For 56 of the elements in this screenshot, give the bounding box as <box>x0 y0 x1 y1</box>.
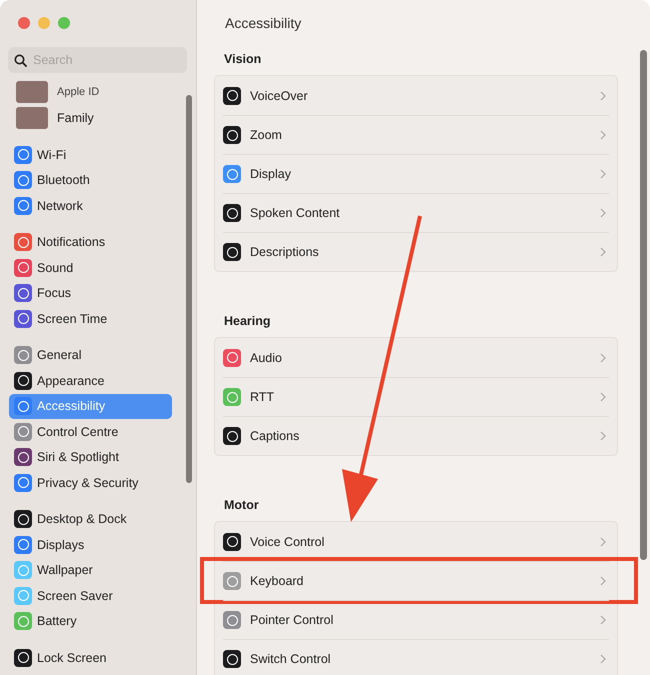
chevron-icon <box>600 352 606 362</box>
chevron-icon <box>600 247 606 257</box>
chevron-icon <box>600 392 606 402</box>
sidebar-item[interactable]: Focus <box>9 280 172 306</box>
sidebar-item[interactable]: Privacy & Security <box>9 470 172 496</box>
sidebar-item[interactable]: Battery <box>9 608 172 634</box>
settings-row[interactable]: Descriptions <box>223 232 609 271</box>
account-item[interactable]: Apple ID <box>0 79 196 105</box>
sidebar-item[interactable]: Appearance <box>9 368 172 394</box>
zoom-button[interactable] <box>58 17 70 29</box>
minimize-button[interactable] <box>38 17 50 29</box>
scrollbar[interactable] <box>640 50 647 560</box>
settings-row[interactable]: Display <box>223 154 609 193</box>
sidebar-item[interactable]: Screen Saver <box>9 583 172 608</box>
settings-row[interactable]: Keyboard <box>223 561 609 600</box>
sidebar-item[interactable]: Screen Time <box>9 306 172 332</box>
avatar-placeholder <box>16 81 48 103</box>
settings-row[interactable]: Audio <box>223 338 609 377</box>
settings-row[interactable]: Voice Control <box>223 522 609 561</box>
sidebar-item[interactable]: Wallpaper <box>9 558 172 583</box>
sidebar-item[interactable]: Lock Screen <box>9 645 172 670</box>
sidebar-item[interactable]: Network <box>9 193 172 218</box>
settings-row[interactable]: Switch Control <box>223 639 609 675</box>
sidebar-item[interactable]: Notifications <box>9 230 172 255</box>
settings-row[interactable]: RTT <box>223 377 609 416</box>
sidebar-item[interactable]: Wi-Fi <box>9 142 172 168</box>
settings-row[interactable]: Pointer Control <box>223 600 609 639</box>
window-title: Accessibility <box>224 14 302 33</box>
chevron-icon <box>600 536 606 546</box>
sidebar-item[interactable]: General <box>9 342 172 368</box>
chevron-icon <box>600 431 606 441</box>
section-heading: Motor <box>223 497 260 514</box>
search-icon <box>14 54 27 66</box>
avatar-placeholder <box>16 107 48 129</box>
sidebar-item[interactable]: Desktop & Dock <box>9 506 172 532</box>
settings-row[interactable]: VoiceOver <box>223 76 609 115</box>
section-heading: Vision <box>223 51 262 68</box>
chevron-icon <box>600 576 606 586</box>
settings-row[interactable]: Zoom <box>223 115 609 154</box>
chevron-icon <box>600 615 606 625</box>
sidebar-item[interactable]: Bluetooth <box>9 168 172 193</box>
sidebar-item[interactable]: Siri & Spotlight <box>9 444 172 470</box>
settings-row[interactable]: Spoken Content <box>223 193 609 232</box>
sidebar-item[interactable]: Sound <box>9 255 172 280</box>
chevron-icon <box>600 130 606 140</box>
sidebar-item[interactable]: Control Centre <box>9 419 172 444</box>
sidebar-item[interactable]: Displays <box>9 532 172 558</box>
chevron-icon <box>600 208 606 218</box>
chevron-icon <box>600 90 606 100</box>
chevron-icon <box>600 169 606 179</box>
scrollbar[interactable] <box>186 95 192 483</box>
close-button[interactable] <box>18 17 30 29</box>
section-heading: Hearing <box>223 313 272 330</box>
account-item[interactable]: Family <box>0 105 196 131</box>
settings-row[interactable]: Captions <box>223 416 609 455</box>
chevron-icon <box>600 654 606 664</box>
